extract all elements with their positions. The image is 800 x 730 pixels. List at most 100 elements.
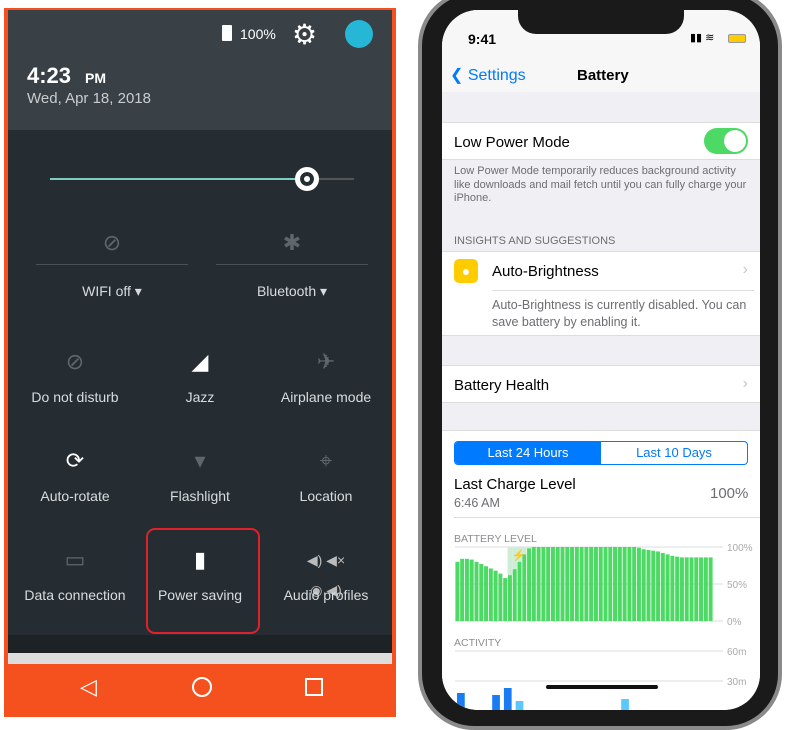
battery-bar (608, 547, 613, 621)
bluetooth-toggle[interactable]: ✱ Bluetooth ▾ (216, 230, 368, 300)
charging-bolt-icon: ⚡ (512, 549, 526, 562)
battery-bar (622, 547, 627, 621)
last-charge-time: 6:46 AM (454, 496, 500, 510)
low-power-switch[interactable] (704, 128, 748, 154)
battery-percent: 100% (240, 26, 276, 42)
battery-bar (555, 547, 560, 621)
battery-bar (665, 554, 670, 621)
battery-bar (679, 557, 684, 621)
battery-bar (503, 578, 508, 621)
flashlight-icon: ▾ (194, 448, 206, 473)
battery-bar (469, 559, 474, 621)
date: Wed, Apr 18, 2018 (27, 90, 151, 107)
battery-bar (613, 547, 618, 621)
audio-profiles-icon: ◀) ◀× ◉ ◀) (306, 552, 346, 598)
battery-health-label: Battery Health (454, 377, 550, 394)
battery-bar (536, 547, 541, 621)
tile-airplane-mode[interactable]: ✈ Airplane mode (262, 347, 390, 405)
battery-bar (627, 547, 632, 621)
y-tick-label: 30m (727, 677, 746, 688)
clock-time: 4:23 (27, 63, 72, 88)
tile-label: Do not disturb (31, 389, 119, 405)
do-not-disturb-icon: ⊘ (65, 349, 85, 374)
battery-bar (546, 547, 551, 621)
battery-bar (699, 557, 704, 621)
activity-bar (503, 688, 512, 710)
home-behind (8, 635, 392, 655)
tile-label: Audio profiles (283, 587, 369, 603)
battery-bar (455, 561, 460, 621)
battery-icon (728, 34, 746, 43)
tile-jazz[interactable]: ◢ Jazz (136, 347, 264, 405)
charging-region (526, 547, 532, 549)
battery-icon (222, 25, 232, 41)
y-tick-label: 50% (727, 580, 747, 591)
brightness-thumb-icon[interactable] (295, 167, 319, 191)
battery-bar (493, 570, 498, 621)
auto-brightness-label: Auto-Brightness (492, 263, 599, 280)
battery-bar (565, 547, 570, 621)
brightness-slider-fill[interactable] (50, 178, 306, 180)
battery-bar (460, 558, 465, 621)
insights-header: INSIGHTS AND SUGGESTIONS (454, 235, 616, 247)
signal-wifi-icon: ▮▮ ≋ (690, 32, 715, 44)
wifi-label: WIFI off (82, 283, 131, 299)
tile-label: Jazz (185, 389, 215, 405)
notification-header: 100% ⚙ 4:23 PM Wed, Apr 18, 2018 (8, 10, 392, 130)
highlight-box (146, 528, 260, 634)
settings-gear-icon[interactable]: ⚙ (292, 18, 317, 51)
account-avatar-icon[interactable] (345, 20, 373, 48)
cell-signal-icon: ◢ (191, 349, 209, 374)
wifi-toggle[interactable]: ⊘ WIFI off ▾ (36, 230, 188, 300)
tile-audio-profiles[interactable]: ◀) ◀× ◉ ◀) Audio profiles (262, 545, 390, 603)
airplane-icon: ✈ (316, 349, 336, 374)
battery-bar (689, 557, 694, 621)
clock-ampm: PM (85, 70, 106, 86)
home-icon[interactable] (192, 677, 212, 697)
battery-bar (560, 547, 565, 621)
tile-label: Airplane mode (280, 389, 372, 405)
battery-health-row[interactable]: Battery Health › (442, 365, 760, 403)
battery-level-chart: 100% 50% 0% ⚡ (455, 543, 753, 627)
activity-bar (457, 693, 465, 710)
battery-bar (617, 547, 622, 621)
navigation-bar: ◁ (4, 664, 396, 710)
battery-bar (574, 547, 579, 621)
battery-bar (531, 547, 536, 621)
battery-bar (484, 566, 489, 621)
last-charge-value: 100% (710, 485, 749, 502)
battery-bar (522, 554, 527, 621)
battery-bar (589, 547, 594, 621)
battery-bar (579, 547, 584, 621)
data-connection-icon: ▭ (64, 547, 86, 572)
battery-bar (517, 561, 522, 621)
back-button[interactable]: ❮ Settings (450, 65, 526, 85)
recents-icon[interactable] (305, 678, 323, 696)
battery-bar (474, 561, 479, 621)
tile-auto-rotate[interactable]: ⟳ Auto-rotate (11, 446, 139, 504)
tile-flashlight[interactable]: ▾ Flashlight (136, 446, 264, 504)
battery-bar (632, 547, 637, 621)
battery-bar (684, 557, 689, 621)
tile-data-connection[interactable]: ▭ Data connection (11, 545, 139, 603)
page-title: Battery (577, 67, 629, 84)
segment-last-24-hours[interactable]: Last 24 Hours (455, 442, 601, 464)
segment-last-10-days[interactable]: Last 10 Days (601, 442, 747, 464)
lightbulb-icon: ● (454, 259, 478, 283)
quick-settings-panel: ⊘ WIFI off ▾ ✱ Bluetooth ▾ ⊘ Do not distu… (8, 130, 392, 635)
battery-bar (660, 552, 665, 621)
auto-brightness-row[interactable]: ● Auto-Brightness › Auto-Brightness is c… (442, 251, 760, 336)
back-icon[interactable]: ◁ (80, 674, 97, 700)
y-tick-label: 60m (727, 647, 746, 658)
battery-bar (541, 547, 546, 621)
battery-bar (670, 555, 675, 621)
battery-bar (694, 557, 699, 621)
tile-location[interactable]: ⌖ Location (262, 446, 390, 504)
battery-bar (598, 547, 603, 621)
activity-chart: 60m 30m (455, 647, 746, 710)
battery-bar (641, 549, 646, 621)
battery-bar (593, 547, 598, 621)
battery-bar (675, 556, 680, 621)
battery-bar (646, 549, 651, 621)
tile-do-not-disturb[interactable]: ⊘ Do not disturb (11, 347, 139, 405)
